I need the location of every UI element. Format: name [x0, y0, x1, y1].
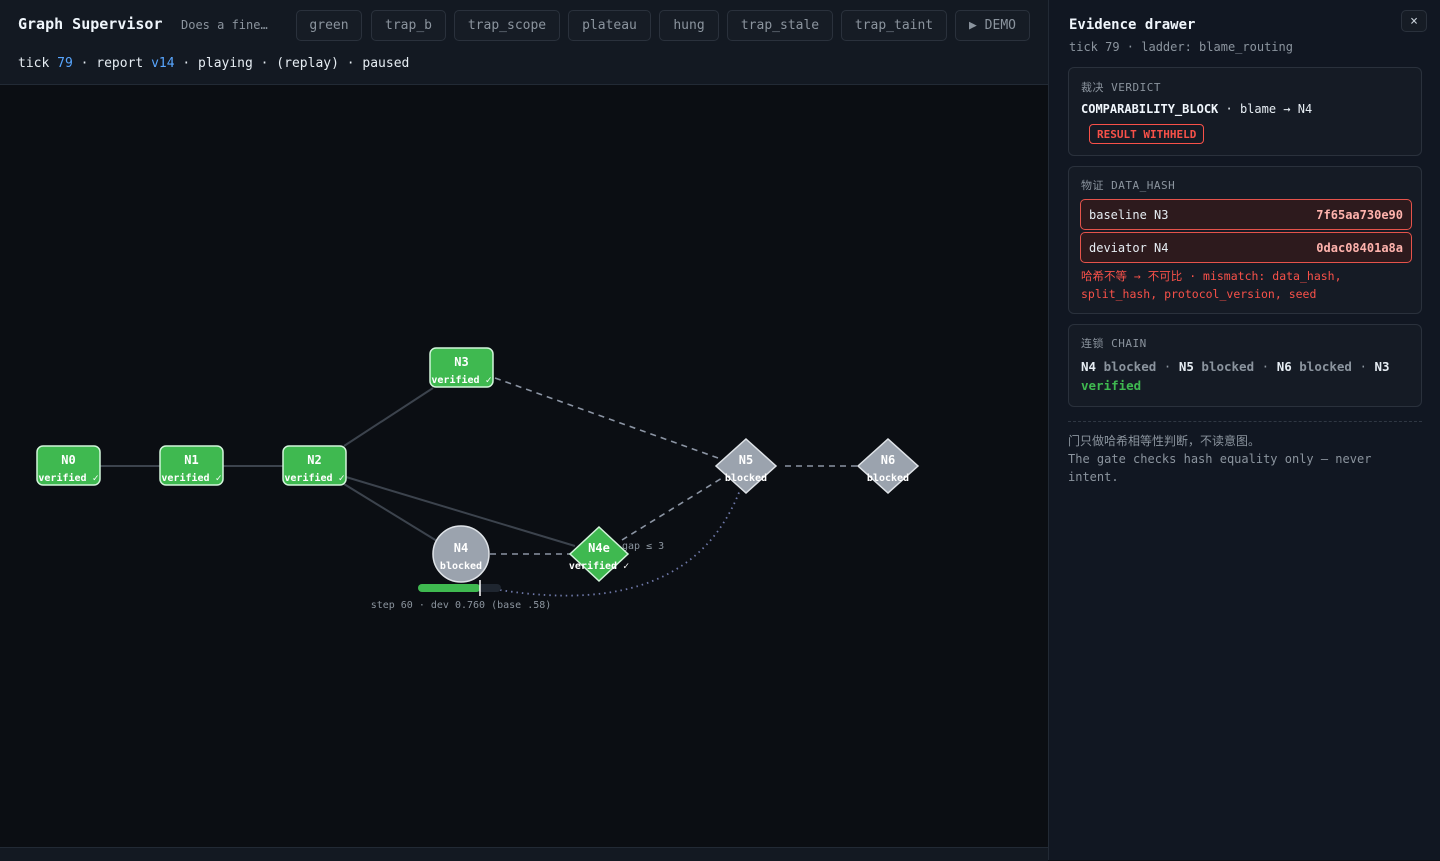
hash-row-deviator: deviator N4 0dac08401a8a	[1080, 232, 1412, 263]
gate-note-zh: 门只做哈希相等性判断，不读意图。	[1068, 434, 1261, 448]
data-hash-card: 物证 DATA_HASH baseline N3 7f65aa730e90 dev…	[1068, 166, 1422, 314]
node-n1[interactable]: N1 verified ✓	[159, 445, 224, 486]
node-n3-id: N3	[454, 355, 468, 369]
deviator-hash: 0dac08401a8a	[1316, 240, 1403, 255]
chain-node: N3	[1374, 359, 1390, 374]
top-bar: Graph Supervisor Does a fine… green trap…	[0, 0, 1048, 85]
chain-node-state: verified	[1081, 378, 1142, 393]
node-n1-id: N1	[184, 453, 198, 467]
scenario-button-trap-scope[interactable]: trap_scope	[454, 10, 560, 41]
drawer-subtitle: tick 79 · ladder: blame_routing	[1069, 40, 1293, 54]
edge-n2-n3	[343, 387, 434, 447]
baseline-hash: 7f65aa730e90	[1316, 207, 1403, 222]
result-withheld-badge: RESULT WITHHELD	[1089, 124, 1205, 144]
data-hash-label: 物证 DATA_HASH	[1081, 179, 1176, 192]
node-n4e-id: N4e	[588, 541, 610, 555]
node-n6-id: N6	[881, 453, 895, 467]
scenario-button-trap-stale[interactable]: trap_stale	[727, 10, 833, 41]
node-n4-state: blocked	[440, 561, 482, 572]
close-icon: ×	[1410, 13, 1418, 29]
node-n4-progress-label: step 60 · dev 0.760 (base .58)	[371, 600, 552, 611]
node-n5[interactable]: N5 blocked	[714, 437, 778, 495]
node-n4[interactable]: N4 blocked	[432, 525, 490, 583]
edge-n4e-n5	[621, 477, 723, 541]
node-n0[interactable]: N0 verified ✓	[36, 445, 101, 486]
scenario-button-trap-b[interactable]: trap_b	[371, 10, 446, 41]
close-drawer-button[interactable]: ×	[1401, 10, 1427, 32]
drawer-divider	[1068, 421, 1422, 422]
chain-node: N6	[1276, 359, 1300, 374]
edge-n2-n4	[343, 483, 438, 542]
graph-svg: gap ≤ 3 N0 verified ✓ N1 verified ✓ N2 v…	[36, 347, 920, 611]
edge-n3-n5	[494, 377, 719, 459]
node-n2-state: verified ✓	[284, 472, 344, 484]
node-n1-state: verified ✓	[161, 472, 221, 484]
evidence-drawer: Evidence drawer tick 79 · ladder: blame_…	[1048, 0, 1440, 860]
chain-list: N4 blocked · N5 blocked · N6 blocked · N…	[1081, 359, 1390, 393]
verdict-card: 裁决 VERDICT COMPARABILITY_BLOCK · blame →…	[1068, 67, 1422, 156]
scenario-button-green[interactable]: green	[296, 10, 362, 41]
graph-canvas[interactable]: gap ≤ 3 N0 verified ✓ N1 verified ✓ N2 v…	[0, 85, 1048, 847]
gate-note: 门只做哈希相等性判断，不读意图。 The gate checks hash eq…	[1068, 432, 1422, 486]
status-line: tick 79 · report v14 · playing · (replay…	[18, 56, 410, 71]
node-n4e-state: verified ✓	[569, 560, 629, 572]
node-n6-state: blocked	[867, 473, 909, 484]
chain-label: 连锁 CHAIN	[1081, 337, 1147, 350]
chain-node-state: blocked	[1299, 359, 1352, 374]
node-n0-state: verified ✓	[38, 472, 98, 484]
node-n4-progress-fill	[418, 584, 481, 592]
chain-node-state: blocked	[1103, 359, 1157, 374]
demo-play-button[interactable]: ▶ DEMO	[955, 10, 1030, 41]
hash-row-baseline: baseline N3 7f65aa730e90	[1080, 199, 1412, 230]
verdict-blame: · blame → N4	[1218, 102, 1313, 116]
app-description: Does a fine…	[181, 18, 268, 32]
hash-mismatch-text: 哈希不等 → 不可比 · mismatch: data_hash, split_…	[1081, 269, 1342, 301]
edge-gap-label: gap ≤ 3	[622, 541, 664, 552]
edge-n4-n5-dotted	[499, 489, 741, 597]
node-n4-id: N4	[454, 541, 468, 555]
chain-node-state: blocked	[1201, 359, 1255, 374]
report-version: v14	[151, 56, 175, 71]
verdict-label: 裁决 VERDICT	[1081, 81, 1161, 94]
scenario-button-plateau[interactable]: plateau	[568, 10, 651, 41]
gate-note-en: The gate checks hash equality only — nev…	[1068, 452, 1372, 484]
node-n2[interactable]: N2 verified ✓	[282, 445, 347, 486]
node-n3-state: verified ✓	[431, 374, 491, 386]
node-n3[interactable]: N3 verified ✓	[429, 347, 494, 388]
node-n2-id: N2	[307, 453, 321, 467]
scenario-button-trap-taint[interactable]: trap_taint	[841, 10, 947, 41]
tick-value: 79	[57, 56, 73, 71]
verdict-code: COMPARABILITY_BLOCK	[1081, 102, 1219, 116]
chain-card: 连锁 CHAIN N4 blocked · N5 blocked · N6 bl…	[1068, 324, 1422, 407]
chain-node: N4	[1081, 359, 1104, 374]
bottom-scrollbar[interactable]	[0, 847, 1048, 861]
node-n5-state: blocked	[725, 473, 767, 484]
scenario-button-hung[interactable]: hung	[659, 10, 719, 41]
drawer-title: Evidence drawer	[1069, 17, 1196, 33]
node-n4e[interactable]: N4e verified ✓	[569, 525, 629, 583]
chain-node: N5	[1178, 359, 1202, 374]
node-n0-id: N0	[61, 453, 75, 467]
node-n5-id: N5	[739, 453, 753, 467]
app-title: Graph Supervisor	[18, 15, 163, 33]
verdict-line: COMPARABILITY_BLOCK · blame → N4	[1081, 102, 1312, 116]
node-n6[interactable]: N6 blocked	[856, 437, 920, 495]
